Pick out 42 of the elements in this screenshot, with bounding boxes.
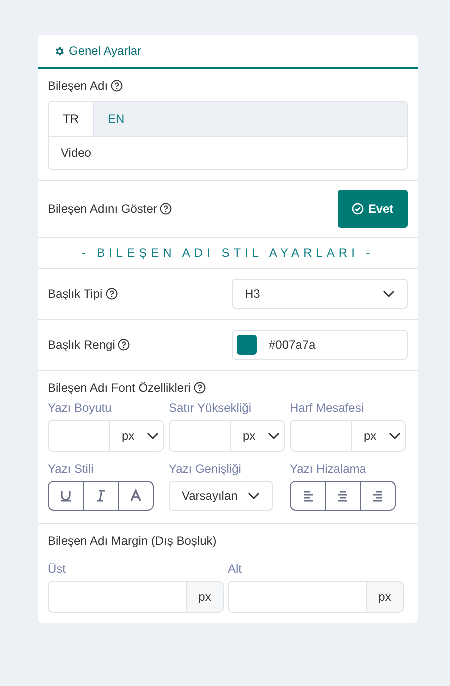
- number-unit-field[interactable]: px: [48, 420, 164, 452]
- help-icon[interactable]: [111, 80, 124, 92]
- help-icon[interactable]: [118, 339, 130, 351]
- field-label: Yazı Boyutu: [48, 401, 113, 415]
- field-label: Harf Mesafesi: [290, 401, 366, 415]
- field-label: Bileşen Adı Font Özellikleri: [48, 381, 191, 395]
- section-title: - BILEŞEN ADI STIL AYARLARI -: [38, 238, 418, 269]
- font-weight-select[interactable]: Varsayılan: [169, 481, 273, 511]
- number-unit-field[interactable]: px: [169, 420, 285, 452]
- check-circle-icon: [352, 203, 364, 215]
- field-label: Bileşen Adı Margin (Dış Boşluk): [48, 534, 217, 548]
- language-tab[interactable]: TR: [49, 102, 94, 136]
- field-label: Alt: [228, 562, 244, 576]
- name-input[interactable]: Video: [49, 136, 407, 169]
- unit-label: px: [366, 582, 403, 612]
- toggle-button[interactable]: Evet: [338, 190, 408, 228]
- field-label: Bileşen Adını Göster: [48, 202, 158, 216]
- chevron-down-icon: [389, 432, 401, 440]
- help-icon[interactable]: [194, 382, 206, 394]
- chevron-down-icon: [383, 290, 395, 298]
- chevron-down-icon: [248, 492, 260, 500]
- language-tab[interactable]: EN: [94, 102, 139, 136]
- margin-field[interactable]: px: [48, 581, 224, 613]
- unit-label: px: [186, 582, 223, 612]
- field-label: Yazı Hizalama: [290, 462, 368, 476]
- panel-title: Genel Ayarlar: [69, 44, 142, 58]
- help-icon[interactable]: [160, 203, 172, 215]
- heading-type-select[interactable]: H3: [232, 279, 408, 309]
- color-field[interactable]: #007a7a: [232, 330, 408, 360]
- field-label: Yazı Genişliği: [169, 462, 242, 476]
- field-label: Yazı Stili: [48, 462, 95, 476]
- field-label: Satır Yüksekliği: [169, 401, 252, 415]
- chevron-down-icon: [268, 432, 280, 440]
- field-label: Bileşen Adı: [48, 79, 108, 93]
- help-icon[interactable]: [106, 288, 118, 300]
- chevron-down-icon: [147, 432, 159, 440]
- field-label: Başlık Tipi: [48, 287, 103, 301]
- field-label: Üst: [48, 562, 67, 576]
- gear-icon: [54, 46, 65, 56]
- field-label: Başlık Rengi: [48, 338, 116, 352]
- margin-field[interactable]: px: [228, 581, 404, 613]
- number-unit-field[interactable]: px: [290, 420, 406, 452]
